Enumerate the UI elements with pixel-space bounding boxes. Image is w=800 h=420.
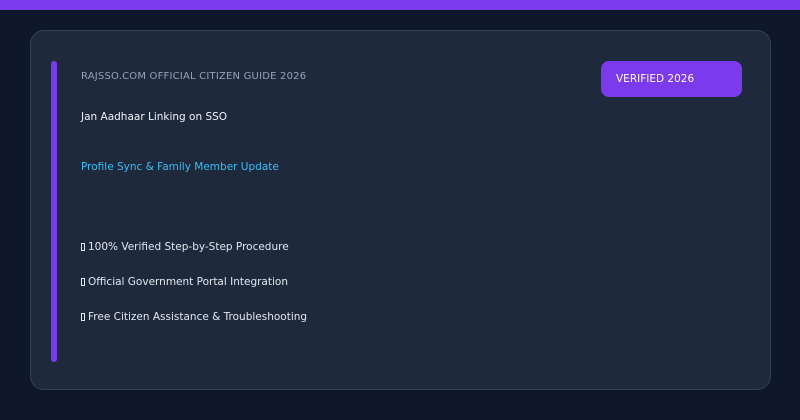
feature-item-verified: 100% Verified Step-by-Step Procedure — [81, 241, 289, 253]
guide-eyebrow: RAJSSO.COM OFFICIAL CITIZEN GUIDE 2026 — [81, 71, 307, 82]
feature-text: Free Citizen Assistance & Troubleshootin… — [88, 311, 308, 323]
feature-item-portal: Official Government Portal Integration — [81, 276, 288, 288]
feature-text: 100% Verified Step-by-Step Procedure — [88, 241, 289, 253]
top-accent-bar — [0, 0, 800, 10]
guide-title: Jan Aadhaar Linking on SSO — [81, 111, 228, 123]
guide-subtitle: Profile Sync & Family Member Update — [81, 161, 279, 173]
card-accent-stripe — [51, 61, 57, 362]
guide-card: RAJSSO.COM OFFICIAL CITIZEN GUIDE 2026 J… — [30, 30, 771, 390]
check-icon — [81, 313, 85, 321]
feature-text: Official Government Portal Integration — [88, 276, 288, 288]
check-icon — [81, 243, 85, 251]
verified-badge: VERIFIED 2026 — [601, 61, 742, 97]
check-icon — [81, 278, 85, 286]
feature-item-assistance: Free Citizen Assistance & Troubleshootin… — [81, 311, 307, 323]
